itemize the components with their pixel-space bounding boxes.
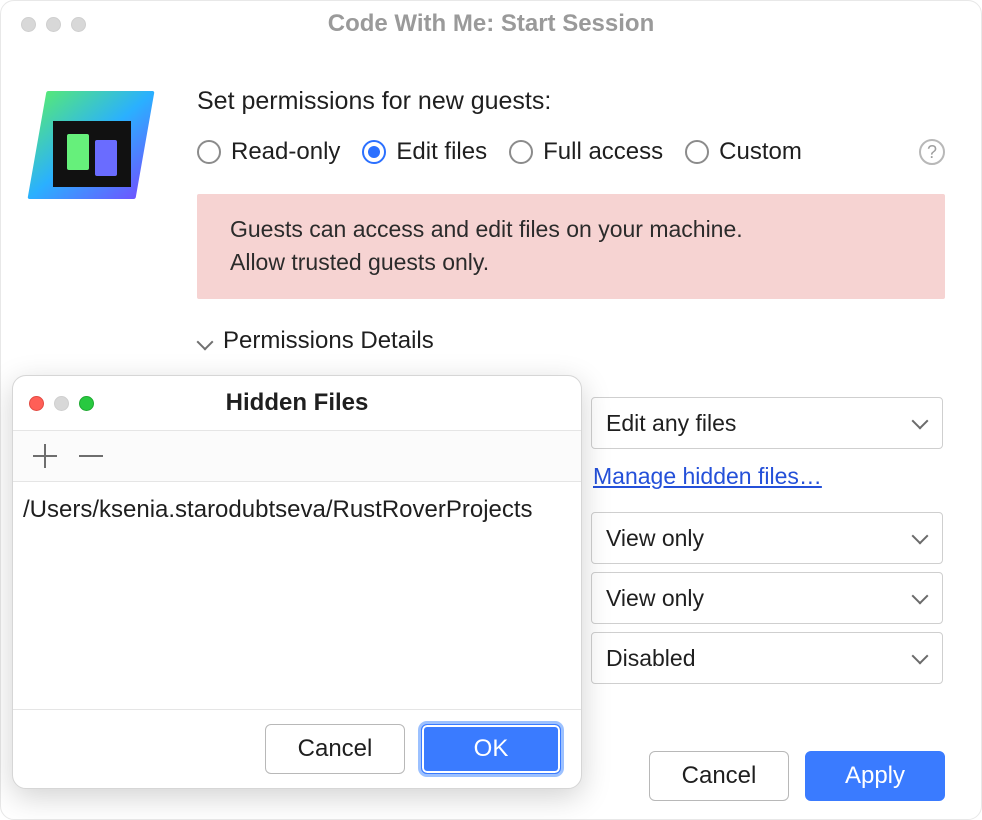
warning-banner: Guests can access and edit files on your… <box>197 194 945 299</box>
radio-label: Edit files <box>396 138 487 166</box>
button-label: Cancel <box>298 735 373 763</box>
main-window-title: Code With Me: Start Session <box>1 10 981 38</box>
minimize-dot-inactive[interactable] <box>46 17 61 32</box>
select-value: View only <box>606 585 704 612</box>
files-permission-select[interactable]: Edit any files <box>591 397 943 449</box>
remove-icon[interactable] <box>79 444 103 468</box>
sidebar <box>37 87 167 373</box>
main-body: Set permissions for new guests: Read-onl… <box>1 47 981 373</box>
cancel-button[interactable]: Cancel <box>649 751 789 801</box>
warning-line2: Allow trusted guests only. <box>230 246 912 279</box>
radio-label: Full access <box>543 138 663 166</box>
traffic-lights-main <box>21 17 86 32</box>
permission-radio-group: Read-only Edit files Full access Custom … <box>197 138 945 166</box>
button-label: Apply <box>845 762 905 790</box>
popup-footer: Cancel OK <box>13 710 581 788</box>
popup-titlebar: Hidden Files <box>13 376 581 430</box>
code-with-me-logo <box>37 91 145 199</box>
select-value: View only <box>606 525 704 552</box>
radio-custom[interactable]: Custom <box>685 138 802 166</box>
traffic-lights-popup <box>29 396 94 411</box>
zoom-dot-inactive[interactable] <box>71 17 86 32</box>
popup-title: Hidden Files <box>13 389 581 417</box>
apply-button[interactable]: Apply <box>805 751 945 801</box>
add-icon[interactable] <box>33 444 57 468</box>
minimize-dot-inactive[interactable] <box>54 396 69 411</box>
chevron-down-icon <box>197 332 215 350</box>
zoom-dot[interactable] <box>79 396 94 411</box>
popup-cancel-button[interactable]: Cancel <box>265 724 405 774</box>
terminal-permission-select[interactable]: View only <box>591 512 943 564</box>
hidden-files-popup: Hidden Files /Users/ksenia.starodubtseva… <box>12 375 582 789</box>
popup-ok-button[interactable]: OK <box>421 724 561 774</box>
radio-icon <box>362 140 386 164</box>
select-value: Edit any files <box>606 410 736 437</box>
select-value: Disabled <box>606 645 696 672</box>
radio-readonly[interactable]: Read-only <box>197 138 340 166</box>
radio-icon <box>197 140 221 164</box>
radio-icon <box>685 140 709 164</box>
button-label: Cancel <box>682 762 757 790</box>
main-footer: Cancel Apply <box>649 751 945 801</box>
close-dot[interactable] <box>29 396 44 411</box>
run-permission-select[interactable]: View only <box>591 572 943 624</box>
radio-icon <box>509 140 533 164</box>
main-titlebar: Code With Me: Start Session <box>1 1 981 47</box>
other-permission-select[interactable]: Disabled <box>591 632 943 684</box>
permissions-details-disclosure[interactable]: Permissions Details <box>197 327 945 355</box>
warning-line1: Guests can access and edit files on your… <box>230 213 912 246</box>
radio-fullaccess[interactable]: Full access <box>509 138 663 166</box>
radio-editfiles[interactable]: Edit files <box>362 138 487 166</box>
hidden-files-list[interactable]: /Users/ksenia.starodubtseva/RustRoverPro… <box>13 482 581 710</box>
button-label: OK <box>474 735 509 763</box>
main-content: Set permissions for new guests: Read-onl… <box>197 87 945 373</box>
list-item[interactable]: /Users/ksenia.starodubtseva/RustRoverPro… <box>13 482 581 538</box>
popup-toolbar <box>13 430 581 482</box>
permission-details: Edit any files Manage hidden files… View… <box>591 397 943 684</box>
manage-hidden-files-link[interactable]: Manage hidden files… <box>591 457 943 504</box>
radio-label: Custom <box>719 138 802 166</box>
help-icon[interactable]: ? <box>919 139 945 165</box>
permissions-heading: Set permissions for new guests: <box>197 87 945 116</box>
disclosure-label: Permissions Details <box>223 327 434 355</box>
close-dot-inactive[interactable] <box>21 17 36 32</box>
radio-label: Read-only <box>231 138 340 166</box>
